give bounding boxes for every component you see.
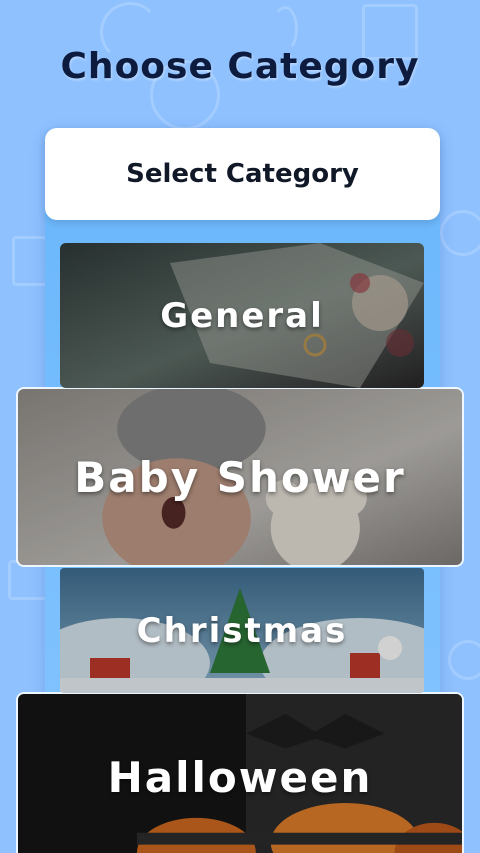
background-square-shape [12,236,48,286]
panel-header: Select Category [45,128,440,220]
category-card-general[interactable]: General [60,243,424,388]
panel-header-label: Select Category [126,159,359,189]
category-card-baby-shower[interactable]: Baby Shower [16,387,464,567]
category-card-halloween[interactable]: Halloween [16,692,464,853]
category-label: General [160,295,324,336]
category-label: Baby Shower [74,452,406,502]
background-circle-shape [448,640,480,680]
page-title: Choose Category [60,46,420,87]
background-circle-shape [440,210,480,256]
category-card-christmas[interactable]: Christmas [60,568,424,693]
category-label: Christmas [136,610,348,651]
category-label: Halloween [107,752,373,802]
